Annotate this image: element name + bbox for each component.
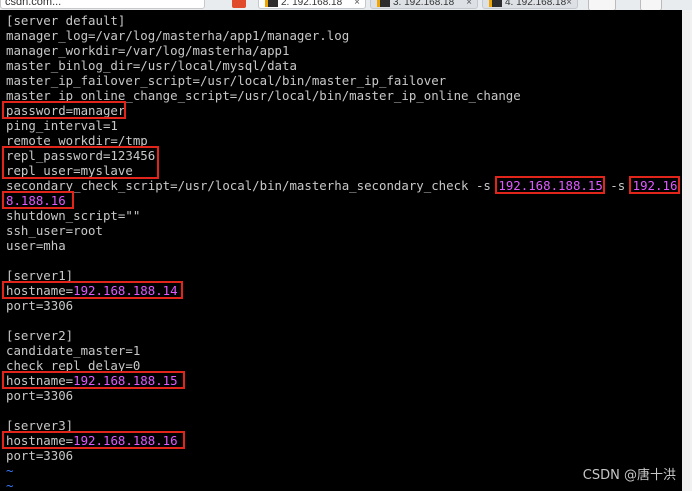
config-token: user=mha (6, 238, 66, 253)
config-token: shutdown_script="" (6, 208, 141, 223)
close-icon[interactable]: × (354, 0, 360, 8)
config-token: manager_workdir=/var/log/masterha/app1 (6, 43, 290, 58)
config-token: port=3306 (6, 298, 74, 313)
browser-tab-3[interactable]: 3. 192.168.18 × (370, 0, 478, 9)
close-icon[interactable]: × (466, 0, 472, 8)
terminal-line: manager_log=/var/log/masterha/app1/manag… (6, 28, 677, 43)
browser-tab-4[interactable]: 4. 192.168.18 × (482, 0, 578, 9)
address-bar[interactable]: csdn.com... (0, 0, 205, 9)
tab-label: 3. 192.168.18 (393, 0, 455, 8)
terminal-line: candidate_master=1 (6, 343, 677, 358)
terminal-icon (489, 0, 502, 7)
page-scrollbar[interactable] (682, 10, 692, 491)
terminal-line: [server2] (6, 328, 677, 343)
terminal-line: port=3306 (6, 298, 677, 313)
browser-tab-2[interactable]: 2. 192.168.18 × (258, 0, 366, 9)
empty-line-marker: ~ (6, 463, 14, 478)
config-token: [server2] (6, 328, 74, 343)
terminal-line: ping_interval=1 (6, 118, 677, 133)
extension-icon[interactable] (232, 0, 246, 8)
annotation-server2-host (2, 371, 185, 389)
config-token: port=3306 (6, 388, 74, 403)
tab-label: 4. 192.168.18 (505, 0, 567, 8)
terminal-line: port=3306 (6, 448, 677, 463)
annotation-secondary-ip-2b (2, 191, 74, 209)
terminal-line: ~ (6, 463, 677, 478)
annotation-secondary-ip-1 (495, 176, 605, 194)
annotation-password (2, 101, 126, 119)
terminal-line: ~ (6, 478, 677, 491)
terminal-window[interactable]: [server default] manager_log=/var/log/mas… (0, 10, 682, 491)
terminal-icon (377, 0, 390, 7)
config-token: [server default] (6, 13, 126, 28)
config-token: manager_log=/var/log/masterha/app1/manag… (6, 28, 350, 43)
annotation-server1-host (2, 281, 183, 299)
annotation-repl-credentials (2, 146, 159, 179)
csdn-watermark: CSDN @唐十洪 (582, 468, 676, 483)
browser-tab-strip: csdn.com... 2. 192.168.18 × 3. 192.168.1… (0, 0, 692, 10)
config-token: port=3306 (6, 448, 74, 463)
config-token: candidate_master=1 (6, 343, 141, 358)
close-icon[interactable]: × (566, 0, 572, 8)
terminal-line: ssh_user=root (6, 223, 677, 238)
tab-label: 2. 192.168.18 (281, 0, 343, 8)
toolbar-button[interactable] (588, 0, 616, 10)
toolbar-button[interactable] (640, 0, 662, 10)
config-token: secondary_check_script=/usr/local/bin/ma… (6, 178, 499, 193)
terminal-line: 8.188.16 (6, 193, 677, 208)
empty-line-marker: ~ (6, 478, 14, 491)
terminal-line: shutdown_script="" (6, 208, 677, 223)
config-token: ping_interval=1 (6, 118, 118, 133)
annotation-secondary-ip-2a (629, 176, 680, 194)
terminal-icon (265, 0, 278, 7)
terminal-line: port=3306 (6, 388, 677, 403)
config-token: master_binlog_dir=/usr/local/mysql/data (6, 58, 297, 73)
annotation-server3-host (2, 431, 185, 449)
terminal-line: [server default] (6, 13, 677, 28)
config-token: ssh_user=root (6, 223, 103, 238)
config-text: [server default] manager_log=/var/log/mas… (6, 13, 677, 491)
terminal-line: user=mha (6, 238, 677, 253)
terminal-line: master_binlog_dir=/usr/local/mysql/data (6, 58, 677, 73)
terminal-line: manager_workdir=/var/log/masterha/app1 (6, 43, 677, 58)
config-token: master_ip_failover_script=/usr/local/bin… (6, 73, 447, 88)
terminal-line: master_ip_failover_script=/usr/local/bin… (6, 73, 677, 88)
